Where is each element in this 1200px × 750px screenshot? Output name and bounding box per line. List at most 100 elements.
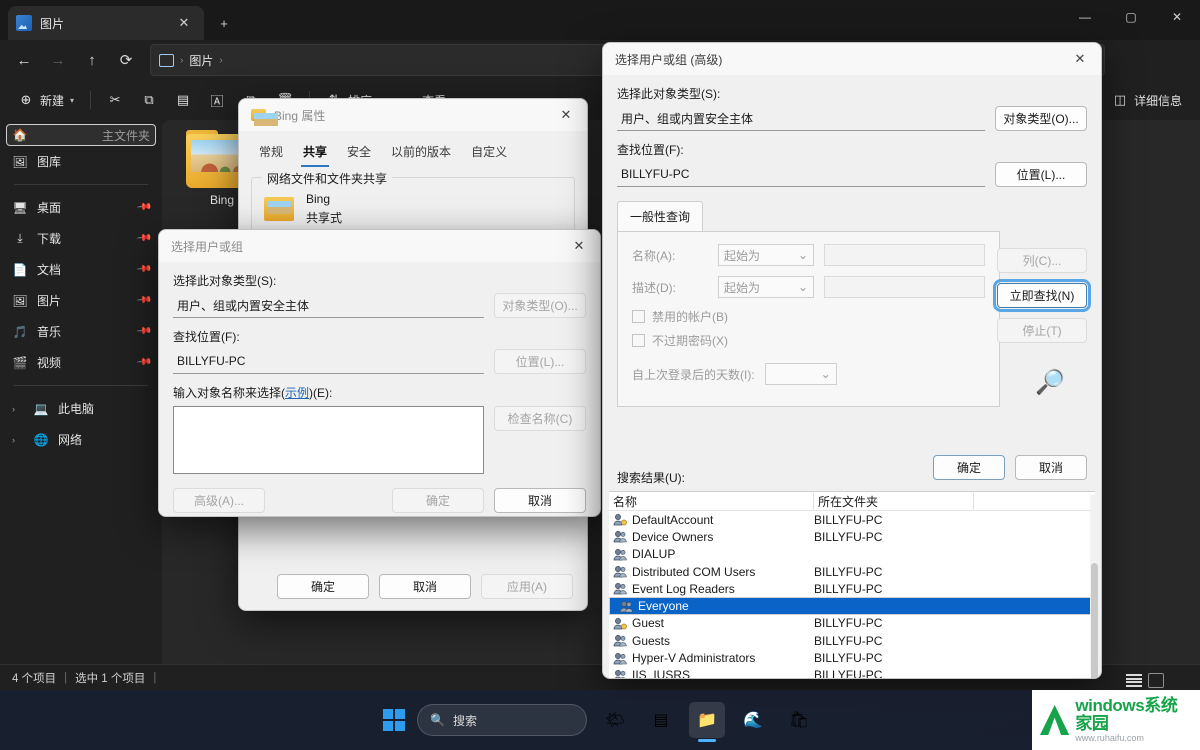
tab-common-queries[interactable]: 一般性查询 (617, 201, 703, 231)
advanced-ok-button[interactable]: 确定 (933, 455, 1005, 480)
chevron-right-icon-network[interactable]: › (12, 435, 24, 445)
results-scrollbar[interactable] (1090, 495, 1099, 674)
details-pane-button[interactable]: ◫ 详细信息 (1104, 85, 1190, 115)
select-user-footer: 高级(A)... 确定 取消 (173, 488, 586, 513)
name-query-label: 名称(A): (632, 247, 708, 264)
maximize-icon[interactable]: ▢ (1108, 0, 1154, 34)
table-row[interactable]: Device OwnersBILLYFU-PC (609, 528, 1095, 545)
sidebar-item-gallery[interactable]: 🖼 图库 (6, 146, 156, 177)
close-icon-properties[interactable]: ✕ (549, 100, 583, 130)
result-folder: BILLYFU-PC (814, 565, 974, 579)
properties-ok-button[interactable]: 确定 (277, 574, 369, 599)
disabled-accounts-checkbox (632, 310, 645, 323)
object-names-input[interactable] (173, 406, 484, 474)
results-header-row: 名称 所在文件夹 (609, 492, 1095, 511)
chevron-right-icon[interactable]: › (12, 404, 24, 414)
details-view-icon[interactable] (1148, 673, 1164, 688)
pin-icon-documents[interactable]: 📌 (135, 261, 152, 277)
task-view-icon[interactable]: ▤ (643, 702, 679, 738)
sidebar-item-music[interactable]: 🎵 音乐 📌 (6, 316, 156, 347)
widgets-weather-icon[interactable]: 🌤 (597, 702, 633, 738)
back-icon[interactable]: ← (8, 44, 40, 76)
breadcrumb-sep-2: › (219, 55, 222, 66)
table-row[interactable]: Hyper-V AdministratorsBILLYFU-PC (609, 649, 1095, 666)
close-icon-advanced[interactable]: ✕ (1063, 44, 1097, 74)
close-icon-select-user[interactable]: ✕ (562, 231, 596, 261)
table-row[interactable]: GuestsBILLYFU-PC (609, 632, 1095, 649)
file-explorer-icon[interactable]: 📁 (689, 702, 725, 738)
up-icon[interactable]: ↑ (76, 44, 108, 76)
tab-customize[interactable]: 自定义 (461, 137, 517, 167)
sidebar-item-desktop[interactable]: 🖥 桌面 📌 (6, 192, 156, 223)
object-type-value[interactable]: 用户、组或内置安全主体 (173, 294, 484, 318)
sidebar-item-videos[interactable]: 🎬 视频 📌 (6, 347, 156, 378)
locations-button: 位置(L)... (494, 349, 586, 374)
result-name: Hyper-V Administrators (632, 651, 755, 665)
paste-button[interactable]: ▤ (167, 85, 199, 115)
cut-button[interactable]: ✂ (99, 85, 131, 115)
table-row[interactable]: Everyone (609, 597, 1095, 614)
find-now-button[interactable]: 立即查找(N) (997, 283, 1087, 308)
advanced-object-type-row: 用户、组或内置安全主体 对象类型(O)... (617, 106, 1087, 131)
tab-previous-versions[interactable]: 以前的版本 (381, 137, 461, 167)
sidebar-item-home[interactable]: 🏠 主文件夹 (6, 124, 156, 146)
copy-icon: ⧉ (141, 92, 157, 108)
new-tab-button[interactable]: + (212, 11, 236, 35)
minimize-icon[interactable]: — (1062, 0, 1108, 34)
breadcrumb-current[interactable]: 图片 (189, 52, 213, 69)
advanced-object-type-value[interactable]: 用户、组或内置安全主体 (617, 107, 985, 131)
select-user-ok-button: 确定 (392, 488, 484, 513)
new-button[interactable]: ⊕ 新建 ▾ (10, 85, 82, 115)
column-header-name[interactable]: 名称 (609, 493, 814, 510)
table-row[interactable]: GuestBILLYFU-PC (609, 615, 1095, 632)
microsoft-store-icon[interactable]: 🛍 (781, 702, 817, 738)
advanced-location-value[interactable]: BILLYFU-PC (617, 163, 985, 187)
table-row[interactable]: DIALUP (609, 546, 1095, 563)
tab-security[interactable]: 安全 (337, 137, 381, 167)
tab-sharing[interactable]: 共享 (293, 137, 337, 167)
pin-icon[interactable]: 📌 (135, 199, 152, 215)
forward-icon[interactable]: → (42, 44, 74, 76)
table-row[interactable]: Distributed COM UsersBILLYFU-PC (609, 563, 1095, 580)
sidebar-item-documents[interactable]: 📄 文档 📌 (6, 254, 156, 285)
close-icon[interactable]: ✕ (172, 11, 196, 35)
search-results-list[interactable]: 名称 所在文件夹 DefaultAccountBILLYFU-PCDevice … (609, 491, 1095, 678)
select-user-or-group-dialog: 选择用户或组 ✕ 选择此对象类型(S): 用户、组或内置安全主体 对象类型(O)… (158, 229, 601, 517)
edge-browser-icon[interactable]: 🌊 (735, 702, 771, 738)
list-view-icon[interactable] (1126, 673, 1142, 688)
select-user-cancel-button[interactable]: 取消 (494, 488, 586, 513)
examples-link[interactable]: 示例 (285, 386, 309, 400)
advanced-object-type-label: 选择此对象类型(S): (617, 85, 1087, 102)
pin-icon-downloads[interactable]: 📌 (135, 230, 152, 246)
taskbar-search-input[interactable]: 🔍 搜索 (417, 704, 587, 736)
sidebar-item-downloads[interactable]: ⤓ 下载 📌 (6, 223, 156, 254)
sidebar-item-network[interactable]: › 🌐 网络 (6, 424, 156, 455)
advanced-cancel-button[interactable]: 取消 (1015, 455, 1087, 480)
table-row[interactable]: Event Log ReadersBILLYFU-PC (609, 580, 1095, 597)
sidebar-item-this-pc[interactable]: › 💻 此电脑 (6, 393, 156, 424)
refresh-icon[interactable]: ⟳ (110, 44, 142, 76)
explorer-tab-pictures[interactable]: 图片 ✕ (8, 6, 204, 40)
monitor-icon (159, 54, 174, 67)
properties-cancel-button[interactable]: 取消 (379, 574, 471, 599)
pin-icon-videos[interactable]: 📌 (135, 354, 152, 370)
rename-button[interactable]: 🄰 (201, 85, 233, 115)
pin-icon-music[interactable]: 📌 (135, 323, 152, 339)
sidebar-item-pictures[interactable]: 🖼 图片 📌 (6, 285, 156, 316)
pin-icon-pictures[interactable]: 📌 (135, 292, 152, 308)
start-icon[interactable] (383, 709, 405, 731)
check-names-button: 检查名称(C) (494, 406, 586, 431)
table-row[interactable]: DefaultAccountBILLYFU-PC (609, 511, 1095, 528)
home-icon: 🏠 (12, 127, 28, 143)
advanced-locations-button[interactable]: 位置(L)... (995, 162, 1087, 187)
column-header-folder[interactable]: 所在文件夹 (814, 493, 974, 510)
chevron-down-icon-name: ⌄ (798, 248, 808, 262)
advanced-object-types-button[interactable]: 对象类型(O)... (995, 106, 1087, 131)
scrollbar-thumb[interactable] (1091, 563, 1098, 679)
location-value[interactable]: BILLYFU-PC (173, 350, 484, 374)
table-row[interactable]: IIS_IUSRSBILLYFU-PC (609, 667, 1095, 678)
tab-general[interactable]: 常规 (249, 137, 293, 167)
copy-button[interactable]: ⧉ (133, 85, 165, 115)
close-window-icon[interactable]: ✕ (1154, 0, 1200, 34)
group-icon (613, 565, 627, 578)
